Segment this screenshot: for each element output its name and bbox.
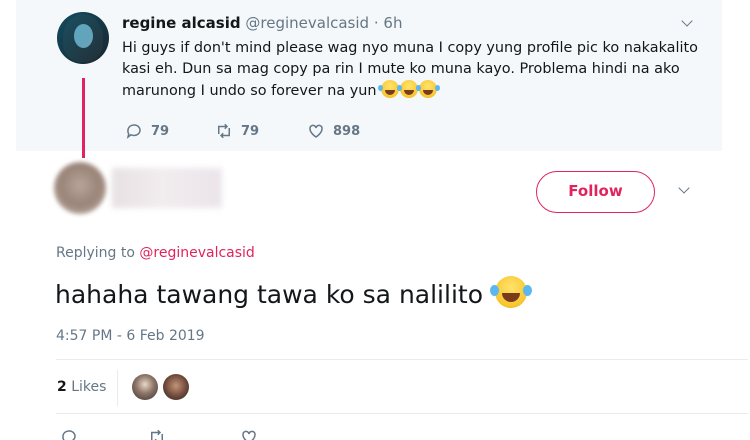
thread-connector-line	[82, 78, 85, 158]
chevron-down-icon[interactable]	[678, 182, 690, 194]
reply-count: 79	[151, 123, 170, 139]
tears-of-joy-emoji-icon	[416, 80, 438, 98]
heart-icon	[309, 124, 323, 138]
replying-handle-link[interactable]: @reginevalcasid	[139, 245, 254, 261]
heart-icon[interactable]	[240, 428, 258, 440]
reply-author-blurred	[112, 168, 222, 208]
tears-of-joy-emoji-icon	[489, 276, 527, 308]
reply-tweet-body: hahaha tawang tawa ko sa nalilito	[55, 280, 483, 309]
divider	[56, 413, 748, 414]
reply-tweet-text: hahaha tawang tawa ko sa nalilito	[55, 276, 527, 312]
likes-count: 2	[57, 379, 67, 395]
follow-button[interactable]: Follow	[536, 171, 655, 213]
liker-avatar[interactable]	[163, 374, 189, 400]
replying-prefix: Replying to	[56, 245, 135, 261]
like-action[interactable]: 898	[307, 122, 360, 140]
parent-tweet-text: Hi guys if don't mind please wag nyo mun…	[122, 38, 712, 102]
reply-icon	[126, 124, 141, 139]
divider	[56, 359, 748, 360]
parent-avatar[interactable]	[57, 12, 109, 64]
parent-header: regine alcasid @reginevalcasid · 6h	[122, 14, 402, 32]
liker-avatar[interactable]	[132, 374, 158, 400]
retweet-action[interactable]: 79	[215, 122, 259, 140]
retweet-icon[interactable]	[148, 428, 166, 440]
reply-action[interactable]: 79	[125, 122, 169, 140]
divider	[117, 370, 118, 406]
reply-avatar-blurred[interactable]	[54, 162, 106, 214]
reply-timestamp[interactable]: 4:57 PM - 6 Feb 2019	[56, 328, 205, 344]
replying-to-line: Replying to @reginevalcasid	[56, 245, 255, 261]
likes-label: Likes	[71, 379, 107, 395]
likes-stat[interactable]: 2 Likes	[57, 379, 106, 395]
reply-icon[interactable]	[60, 428, 78, 440]
parent-time[interactable]: 6h	[383, 14, 402, 32]
retweet-icon	[218, 123, 230, 139]
like-count: 898	[333, 123, 361, 139]
retweet-count: 79	[241, 123, 260, 139]
parent-handle[interactable]: @reginevalcasid	[245, 14, 369, 32]
parent-display-name[interactable]: regine alcasid	[122, 14, 241, 32]
separator-dot: ·	[373, 14, 379, 32]
